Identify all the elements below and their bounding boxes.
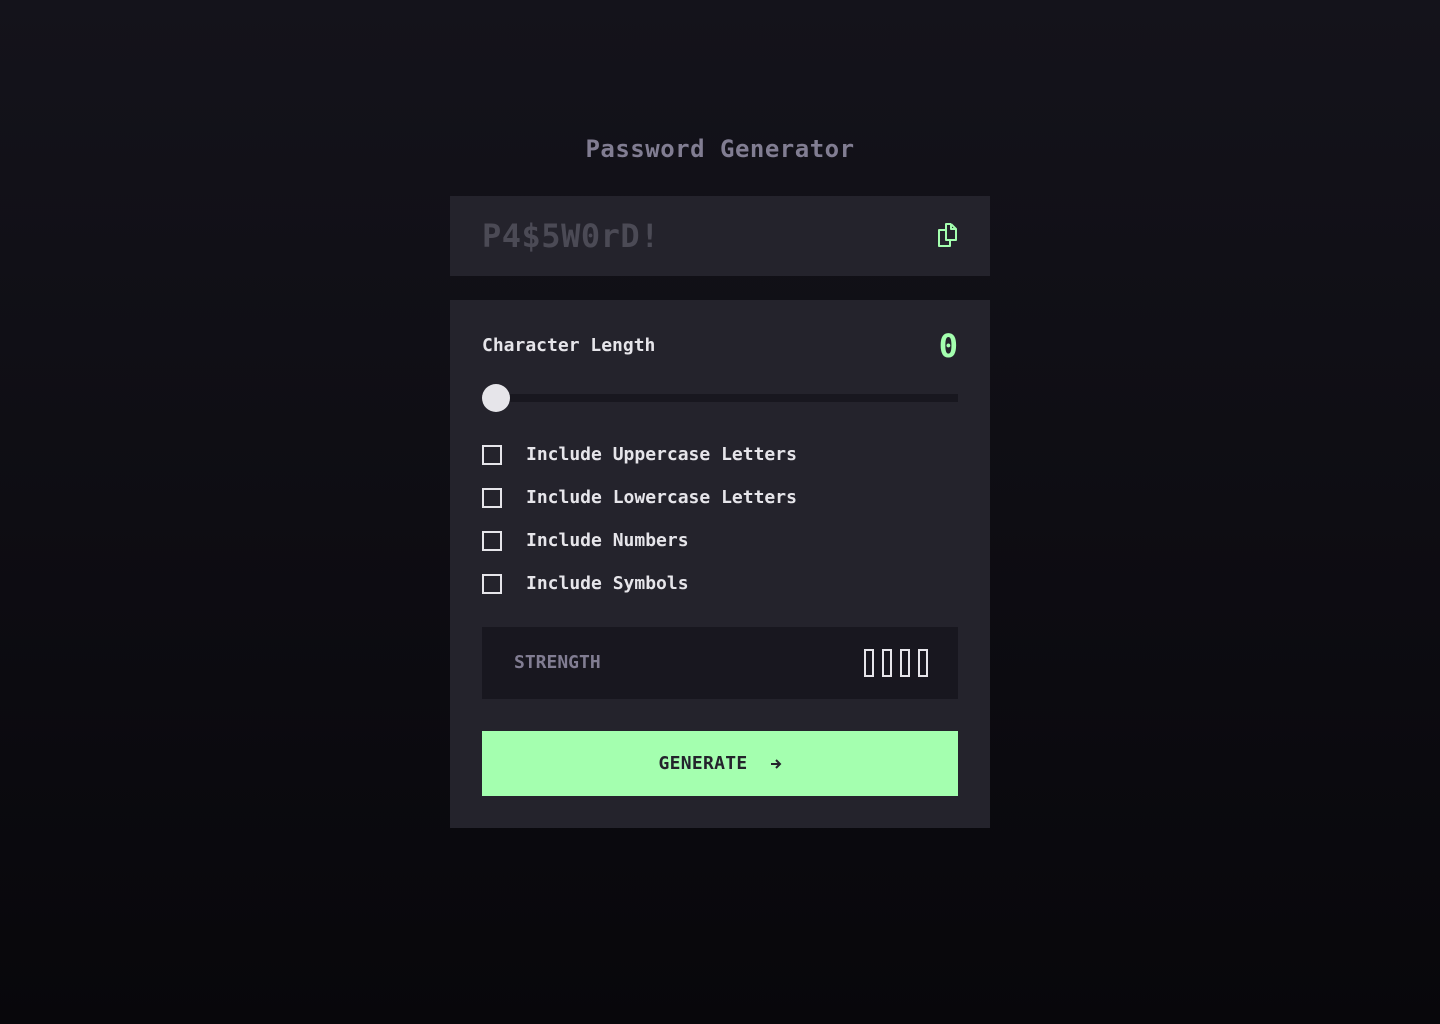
option-label: Include Symbols bbox=[526, 573, 689, 594]
lowercase-checkbox[interactable] bbox=[482, 488, 502, 508]
password-text: P4$5W0rD! bbox=[482, 217, 660, 255]
strength-bar bbox=[918, 649, 928, 677]
page-title: Password Generator bbox=[585, 135, 855, 163]
settings-panel: Character Length 0 Include Uppercase Let… bbox=[450, 300, 990, 828]
option-label: Include Lowercase Letters bbox=[526, 487, 797, 508]
generate-label: GENERATE bbox=[658, 752, 748, 774]
generate-button[interactable]: GENERATE bbox=[482, 731, 958, 796]
symbols-checkbox[interactable] bbox=[482, 574, 502, 594]
option-symbols[interactable]: Include Symbols bbox=[482, 572, 958, 596]
option-uppercase[interactable]: Include Uppercase Letters bbox=[482, 443, 958, 467]
slider-thumb[interactable] bbox=[482, 384, 510, 412]
length-slider[interactable] bbox=[482, 384, 958, 412]
strength-meter: STRENGTH bbox=[482, 627, 958, 699]
strength-bar bbox=[882, 649, 892, 677]
copy-icon[interactable] bbox=[937, 223, 958, 247]
arrow-right-icon bbox=[770, 758, 781, 769]
strength-label: STRENGTH bbox=[514, 652, 601, 673]
uppercase-checkbox[interactable] bbox=[482, 445, 502, 465]
character-length-value: 0 bbox=[938, 327, 958, 365]
password-output: P4$5W0rD! bbox=[450, 196, 990, 276]
option-label: Include Uppercase Letters bbox=[526, 444, 797, 465]
numbers-checkbox[interactable] bbox=[482, 531, 502, 551]
strength-bar bbox=[900, 649, 910, 677]
strength-bar bbox=[864, 649, 874, 677]
option-label: Include Numbers bbox=[526, 530, 689, 551]
slider-track bbox=[482, 394, 958, 402]
strength-bars bbox=[864, 649, 928, 677]
character-length-label: Character Length bbox=[482, 335, 656, 356]
options-list: Include Uppercase Letters Include Lowerc… bbox=[482, 443, 958, 615]
option-numbers[interactable]: Include Numbers bbox=[482, 529, 958, 553]
option-lowercase[interactable]: Include Lowercase Letters bbox=[482, 486, 958, 510]
